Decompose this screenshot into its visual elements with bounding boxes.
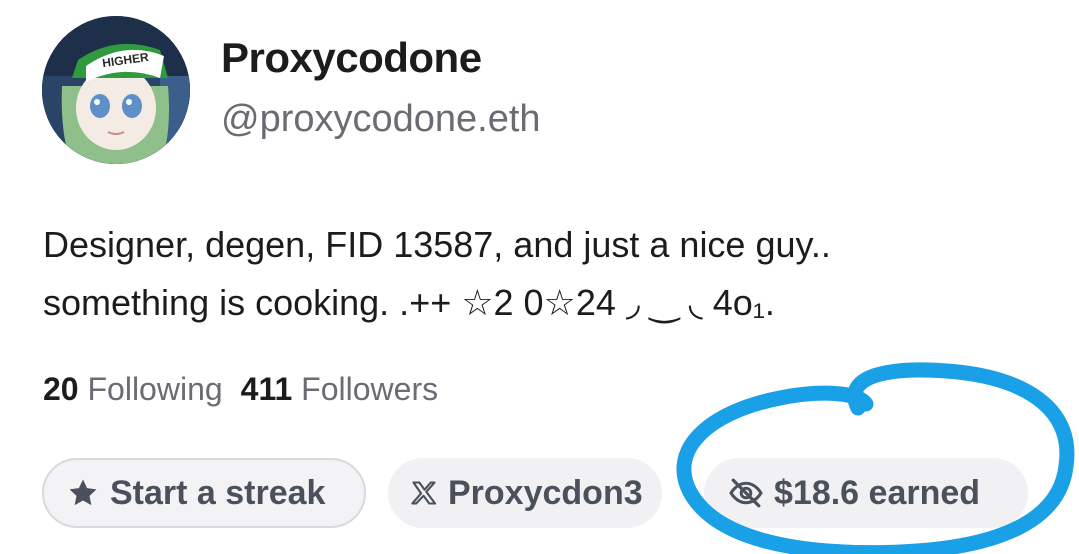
bio-line-1: Designer, degen, FID 13587, and just a n… <box>43 224 831 265</box>
earnings-label: $18.6 earned <box>774 473 981 512</box>
profile-bio: Designer, degen, FID 13587, and just a n… <box>43 216 1043 332</box>
avatar[interactable]: HIGHER <box>42 16 190 164</box>
avatar-image: HIGHER <box>42 16 190 164</box>
start-streak-button[interactable]: Start a streak <box>42 458 366 528</box>
earnings-button[interactable]: $18.6 earned <box>704 458 1028 528</box>
x-handle-label: Proxycdon3 <box>448 473 643 512</box>
followers-count: 411 <box>240 371 293 407</box>
username-handle: @proxycodone.eth <box>221 98 541 140</box>
x-account-button[interactable]: Proxycdon3 <box>388 458 662 528</box>
eye-slash-icon <box>728 475 764 511</box>
display-name: Proxycodone <box>221 34 482 81</box>
x-logo-icon <box>410 479 438 507</box>
start-streak-label: Start a streak <box>110 473 326 512</box>
following-label: Following <box>87 371 223 407</box>
followers-link[interactable]: 411 Followers <box>241 371 438 407</box>
followers-label: Followers <box>301 371 439 407</box>
bio-line-2: something is cooking. .++ ☆2 0☆24 ◞ ‿ ◟ … <box>43 282 775 323</box>
star-icon <box>66 476 100 510</box>
following-link[interactable]: 20 Following <box>43 371 223 407</box>
following-count: 20 <box>43 371 79 407</box>
profile-stats: 20 Following 411 Followers <box>43 371 438 408</box>
